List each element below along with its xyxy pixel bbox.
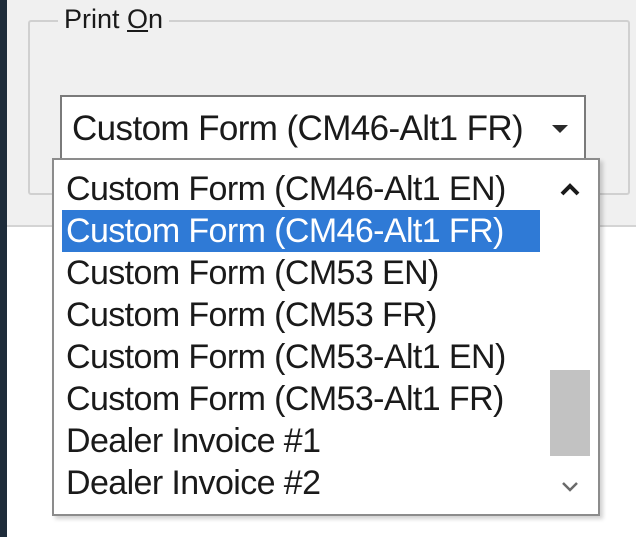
scroll-up-button[interactable] [544,168,596,212]
group-title-suffix: n [148,4,164,34]
group-title-prefix: Print [64,4,128,34]
combobox-selected-value: Custom Form (CM46-Alt1 FR) [72,109,524,148]
chevron-down-icon [562,482,578,492]
window-edge [0,0,7,537]
combobox-dropdown-button[interactable] [540,101,580,157]
group-title-mnemonic: O [127,4,149,34]
print-on-group-title: Print On [58,4,170,34]
scroll-thumb[interactable] [550,370,590,456]
dropdown-option[interactable]: Custom Form (CM53-Alt1 FR) [62,378,540,420]
dropdown-option[interactable]: Dealer Invoice #1 [62,420,540,462]
dropdown-option[interactable]: Dealer Invoice #2 [62,462,540,504]
dropdown-options: Custom Form (CM46-Alt1 EN) Custom Form (C… [62,168,540,504]
dropdown-option[interactable]: Custom Form (CM53 FR) [62,294,540,336]
dropdown-option[interactable]: Custom Form (CM53 EN) [62,252,540,294]
dropdown-option[interactable]: Custom Form (CM46-Alt1 EN) [62,168,540,210]
chevron-up-icon [560,183,580,196]
combobox-dropdown-list[interactable]: Custom Form (CM46-Alt1 EN) Custom Form (C… [52,158,600,516]
dropdown-option[interactable]: Custom Form (CM46-Alt1 FR) [62,210,540,252]
dropdown-option[interactable]: Custom Form (CM53-Alt1 EN) [62,336,540,378]
print-on-combobox[interactable]: Custom Form (CM46-Alt1 FR) [60,95,586,163]
chevron-down-icon [552,125,568,133]
scroll-down-button[interactable] [544,464,596,508]
dropdown-scrollbar[interactable] [544,162,596,512]
